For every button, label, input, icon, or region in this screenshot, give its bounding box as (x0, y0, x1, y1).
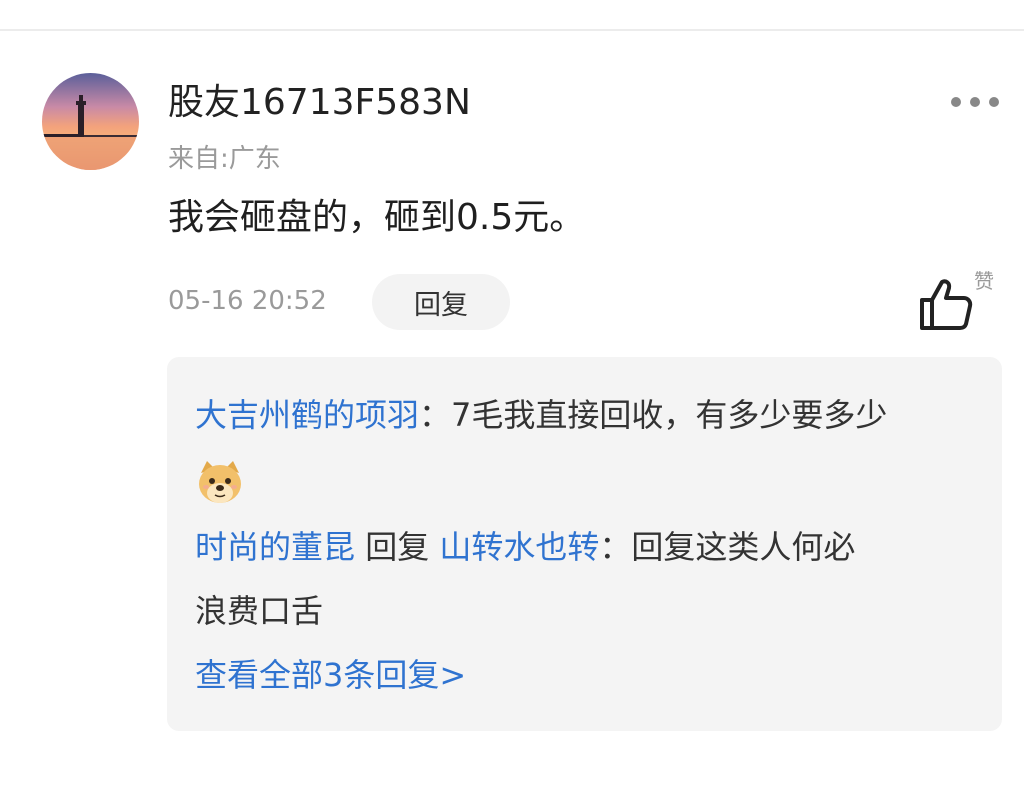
reply-text: 回复这类人何必 (631, 528, 856, 566)
like-button[interactable]: 赞 (918, 268, 1008, 332)
location-label: 来自:广东 (168, 144, 281, 174)
comment-screen: { "comment": { "username": "股友16713F583N… (0, 0, 1024, 807)
replies-container: 大吉州鹤的项羽：7毛我直接回收，有多少要多少 时尚的董昆 回复 山转水也转：回复… (167, 357, 1002, 731)
more-dots-icon (951, 97, 999, 107)
top-divider (0, 29, 1024, 31)
view-all-replies-link[interactable]: 查看全部3条回复> (195, 653, 466, 697)
reply-author-link[interactable]: 时尚的董昆 (195, 528, 355, 566)
comment-timestamp: 05-16 20:52 (168, 286, 327, 316)
thumbs-up-icon (920, 279, 973, 330)
reply-button[interactable]: 回复 (372, 274, 510, 330)
reply-text-continued: 浪费口舌 (195, 592, 324, 630)
reply-item: 时尚的董昆 回复 山转水也转：回复这类人何必 (195, 525, 855, 569)
reply-separator: ： (419, 396, 452, 434)
reply-author-link[interactable]: 大吉州鹤的项羽 (195, 396, 419, 434)
avatar-image (42, 73, 139, 170)
reply-text: 7毛我直接回收，有多少要多少 (451, 396, 888, 434)
reply-word: 回复 (355, 528, 440, 566)
comment-text: 我会砸盘的，砸到0.5元。 (168, 197, 586, 238)
more-options-button[interactable] (945, 86, 1005, 118)
username[interactable]: 股友16713F583N (168, 80, 471, 126)
reply-item: 大吉州鹤的项羽：7毛我直接回收，有多少要多少 (195, 393, 887, 437)
reply-separator: ： (599, 528, 632, 566)
avatar[interactable] (42, 73, 139, 170)
like-label: 赞 (974, 269, 994, 293)
reply-target-link[interactable]: 山转水也转 (439, 528, 599, 566)
doge-emoji-icon (199, 461, 241, 503)
